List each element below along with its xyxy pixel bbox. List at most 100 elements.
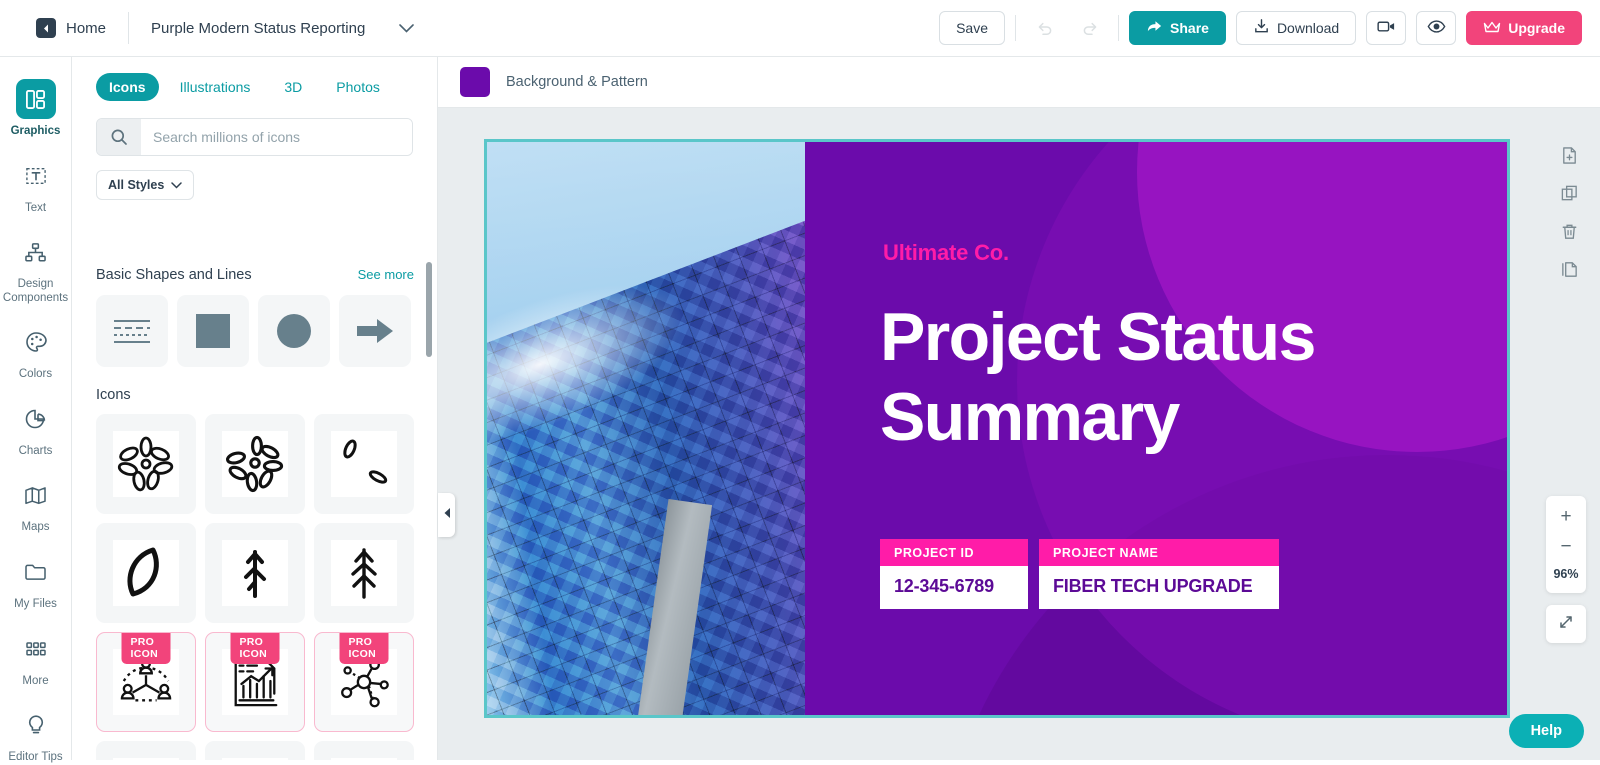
top-header-bar: Home Purple Modern Status Reporting Save…: [0, 0, 1600, 57]
background-color-swatch[interactable]: [460, 67, 490, 97]
flower-sketch-icon: [113, 431, 179, 497]
shape-tile-lines[interactable]: [96, 295, 168, 367]
icon-tile-leaf-outline-sketch[interactable]: [96, 523, 196, 623]
zoom-controls: + − 96%: [1546, 496, 1586, 593]
sidebar-item-text[interactable]: Text: [0, 156, 71, 216]
upgrade-button[interactable]: Upgrade: [1466, 11, 1582, 45]
shape-tile-square[interactable]: [177, 295, 249, 367]
share-label: Share: [1170, 20, 1209, 36]
fit-screen-icon: [1557, 613, 1575, 636]
leaf-outline-sketch-icon: [113, 540, 179, 606]
asset-panel-header: Icons Illustrations 3D Photos All Styles: [72, 57, 437, 214]
slide-brand-text[interactable]: Ultimate Co.: [883, 240, 1009, 266]
project-id-value[interactable]: 12-345-6789: [880, 566, 1028, 609]
sidebar-item-charts[interactable]: Charts: [0, 399, 71, 459]
chevron-left-icon: [443, 506, 451, 524]
icon-tile-team-network[interactable]: PRO ICON: [96, 632, 196, 732]
asset-panel: Icons Illustrations 3D Photos All Styles…: [72, 57, 438, 760]
sidebar-item-more[interactable]: More: [0, 629, 71, 689]
panel-scrollbar[interactable]: [426, 262, 432, 357]
sidebar-item-colors[interactable]: Colors: [0, 322, 71, 382]
styles-filter-dropdown[interactable]: All Styles: [96, 170, 195, 200]
sidebar-item-editor-tips[interactable]: Editor Tips: [0, 705, 71, 765]
project-id-box[interactable]: PROJECT ID 12-345-6789: [880, 539, 1028, 609]
slide-title-text[interactable]: Project Status Summary: [880, 297, 1440, 457]
sidebar-item-design-components[interactable]: Design Components: [0, 232, 71, 305]
pine-sapling-sketch-icon: [222, 540, 288, 606]
share-button[interactable]: Share: [1129, 11, 1226, 45]
project-name-box[interactable]: PROJECT NAME FIBER TECH UPGRADE: [1039, 539, 1279, 609]
collapse-panel-button[interactable]: [438, 493, 455, 537]
download-button[interactable]: Download: [1235, 11, 1357, 45]
icon-tile-flower-sketch[interactable]: [96, 414, 196, 514]
sidebar-item-maps[interactable]: Maps: [0, 475, 71, 535]
page-tools-toolbar: [1552, 138, 1586, 286]
preview-button[interactable]: [1416, 11, 1457, 45]
tab-illustrations[interactable]: Illustrations: [167, 73, 264, 101]
sidebar-item-my-files[interactable]: My Files: [0, 552, 71, 612]
background-pattern-label[interactable]: Background & Pattern: [506, 74, 648, 90]
undo-button[interactable]: [1026, 11, 1062, 45]
search-input[interactable]: [141, 119, 412, 155]
tab-3d[interactable]: 3D: [271, 73, 315, 101]
tab-icons[interactable]: Icons: [96, 73, 159, 101]
fit-to-screen-button[interactable]: [1546, 605, 1586, 643]
upgrade-label: Upgrade: [1508, 20, 1565, 36]
icon-tile-report-chart-document[interactable]: PRO ICON: [205, 632, 305, 732]
icon-tile-pine-sapling-sketch[interactable]: [205, 523, 305, 623]
icon-tile-two-petals-sketch[interactable]: [314, 414, 414, 514]
save-button[interactable]: Save: [939, 11, 1006, 45]
sidebar-item-label: Editor Tips: [8, 751, 63, 764]
chevron-down-icon[interactable]: [399, 23, 415, 33]
zoom-level-label[interactable]: 96%: [1553, 562, 1578, 589]
icon-tile-node-network[interactable]: PRO ICON: [314, 632, 414, 732]
project-id-label: PROJECT ID: [880, 539, 1028, 566]
home-button[interactable]: Home: [36, 18, 106, 38]
asset-tabs: Icons Illustrations 3D Photos: [96, 73, 413, 101]
pro-icon-badge: PRO ICON: [230, 633, 280, 664]
graphics-icon: [15, 79, 56, 119]
icon-tile-fir-tree-sketch[interactable]: [314, 523, 414, 623]
square-icon: [196, 314, 230, 348]
icon-tile-orange-pumpkin[interactable]: [205, 741, 305, 760]
action-divider-1: [1015, 15, 1017, 41]
icon-tile-daisy-sketch[interactable]: [205, 414, 305, 514]
header-divider: [128, 12, 130, 44]
zoom-in-button[interactable]: +: [1546, 502, 1586, 532]
copy-style-icon[interactable]: [1552, 252, 1586, 286]
text-icon: [16, 156, 56, 196]
see-more-link[interactable]: See more: [358, 267, 414, 282]
building-photo[interactable]: [487, 142, 805, 715]
basic-shapes-section-header: Basic Shapes and Lines See more: [96, 267, 414, 283]
slide-canvas[interactable]: Ultimate Co. Project Status Summary PROJ…: [487, 142, 1507, 715]
sidebar-item-label: Maps: [21, 521, 50, 534]
home-back-icon: [36, 18, 56, 38]
shape-tile-circle[interactable]: [258, 295, 330, 367]
sidebar-item-label: More: [22, 674, 49, 687]
duplicate-page-icon[interactable]: [1552, 176, 1586, 210]
help-button[interactable]: Help: [1508, 714, 1584, 748]
slide-selection-frame[interactable]: Ultimate Co. Project Status Summary PROJ…: [484, 139, 1510, 718]
tab-photos[interactable]: Photos: [323, 73, 393, 101]
document-title[interactable]: Purple Modern Status Reporting: [151, 20, 365, 37]
header-actions: Save Share Download Upgrade: [939, 11, 1582, 45]
project-name-value[interactable]: FIBER TECH UPGRADE: [1039, 566, 1279, 609]
delete-page-icon[interactable]: [1552, 214, 1586, 248]
canvas-area[interactable]: Ultimate Co. Project Status Summary PROJ…: [438, 108, 1600, 760]
icon-tile-green-leaves[interactable]: [314, 741, 414, 760]
asset-panel-body[interactable]: Basic Shapes and Lines See more Icons PR…: [72, 253, 438, 760]
sidebar-item-graphics[interactable]: Graphics: [0, 79, 71, 139]
icon-tile-red-bell-pepper[interactable]: [96, 741, 196, 760]
icons-section-title: Icons: [96, 387, 131, 403]
pro-icon-badge: PRO ICON: [121, 633, 171, 664]
arrow-right-icon: [357, 319, 393, 343]
redo-button[interactable]: [1072, 11, 1108, 45]
add-page-icon[interactable]: [1552, 138, 1586, 172]
present-video-button[interactable]: [1366, 11, 1407, 45]
search-icon[interactable]: [97, 119, 141, 155]
zoom-out-button[interactable]: −: [1546, 532, 1586, 562]
map-icon: [16, 475, 56, 515]
search-bar: [96, 118, 413, 156]
icons-grid: PRO ICON PRO ICON PRO ICON: [96, 414, 414, 760]
shape-tile-arrow[interactable]: [339, 295, 411, 367]
